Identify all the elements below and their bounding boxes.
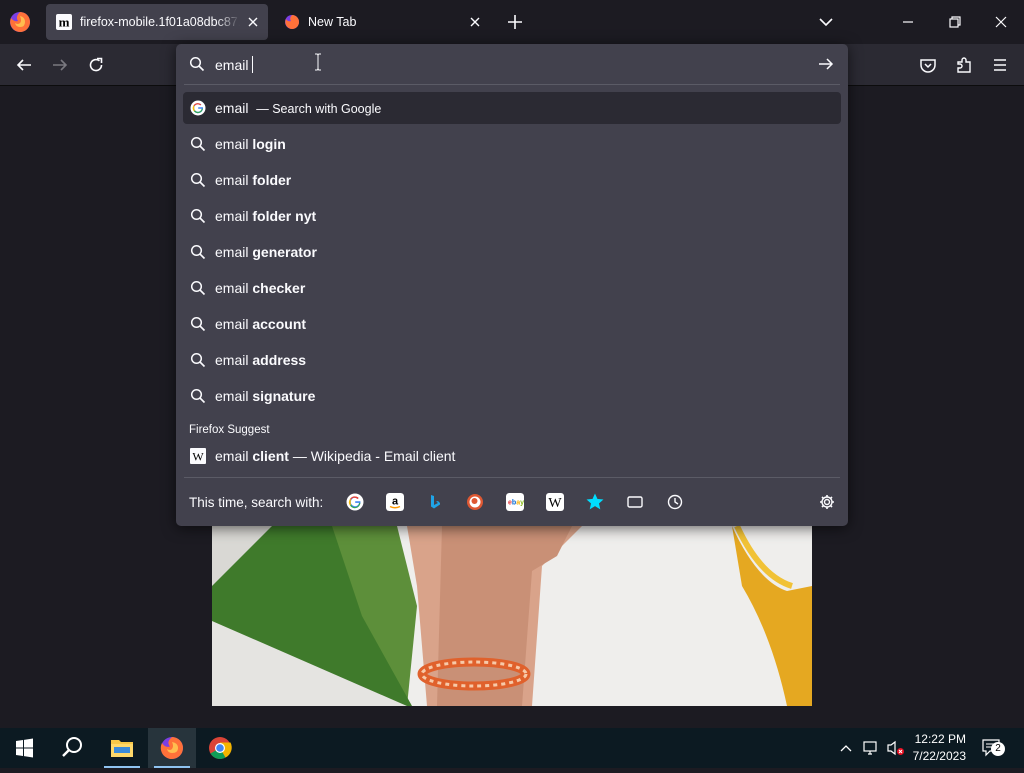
forward-arrow-icon[interactable]: [50, 55, 70, 75]
result-text: email folder: [215, 172, 292, 188]
svg-text:W: W: [548, 496, 562, 511]
tab-strip: m firefox-mobile.1f01a08dbc87.jp New Tab: [0, 0, 1024, 44]
tab-firefox-mobile-image[interactable]: m firefox-mobile.1f01a08dbc87.jp: [46, 4, 268, 40]
search-icon: [190, 172, 206, 188]
clock-time: 12:22 PM: [914, 732, 966, 746]
tab-title: New Tab: [308, 15, 357, 29]
history-clock-icon[interactable]: [666, 493, 684, 511]
svg-text:m: m: [59, 15, 70, 30]
duckduckgo-engine-icon[interactable]: [466, 493, 484, 511]
firefox-logo-icon[interactable]: [8, 10, 32, 34]
divider: [184, 84, 840, 85]
result-row-suggestion[interactable]: email folder nyt: [183, 200, 841, 232]
result-text: email signature: [215, 388, 316, 404]
result-row-suggestion[interactable]: email address: [183, 344, 841, 376]
chrome-taskbar-item[interactable]: [196, 728, 244, 768]
result-text: email client — Wikipedia - Email client: [215, 448, 456, 464]
address-bar-text[interactable]: email: [215, 56, 254, 73]
notification-count-badge: 2: [991, 742, 1005, 756]
pocket-icon[interactable]: [918, 55, 938, 75]
divider: [184, 477, 840, 478]
search-icon: [190, 136, 206, 152]
search-icon: [189, 56, 205, 72]
file-explorer-taskbar-item[interactable]: [98, 728, 146, 768]
result-text: email login: [215, 136, 286, 152]
medium-favicon-icon: m: [56, 14, 72, 30]
minimize-window-icon[interactable]: [898, 12, 918, 32]
search-settings-gear-icon[interactable]: [818, 493, 836, 511]
search-icon: [190, 280, 206, 296]
firefox-favicon-icon: [285, 15, 299, 29]
result-text: email address: [215, 352, 307, 368]
windows-start-icon[interactable]: [0, 728, 48, 768]
svg-text:ebay: ebay: [508, 500, 524, 507]
new-tab-plus-icon[interactable]: [505, 12, 525, 32]
back-arrow-icon[interactable]: [14, 55, 34, 75]
text-caret: [252, 56, 254, 73]
result-row-suggestion[interactable]: email account: [183, 308, 841, 340]
extensions-puzzle-icon[interactable]: [954, 55, 974, 75]
content-photo: [212, 526, 812, 706]
result-text: email folder nyt: [215, 208, 317, 224]
list-all-tabs-chevron-icon[interactable]: [816, 12, 836, 32]
volume-muted-icon[interactable]: [886, 739, 906, 757]
address-bar-dropdown: email email — Search with Google email l…: [176, 44, 848, 526]
close-tab-icon[interactable]: [246, 15, 260, 29]
result-row-search-with-google[interactable]: email — Search with Google: [183, 92, 841, 124]
result-row-suggestion[interactable]: email signature: [183, 380, 841, 412]
result-text: email checker: [215, 280, 306, 296]
wikipedia-icon: W: [190, 448, 206, 464]
result-row-suggestion[interactable]: email login: [183, 128, 841, 160]
show-hidden-icons-chevron-icon[interactable]: [838, 740, 854, 756]
bookmarks-star-icon[interactable]: [586, 493, 604, 511]
folder-icon: [111, 740, 133, 757]
tabs-icon[interactable]: [626, 493, 644, 511]
result-row-suggestion[interactable]: email generator: [183, 236, 841, 268]
svg-text:W: W: [192, 450, 204, 464]
search-icon: [190, 388, 206, 404]
network-icon[interactable]: [862, 739, 880, 757]
wikipedia-engine-icon[interactable]: W: [546, 493, 564, 511]
clock-date: 7/22/2023: [912, 749, 966, 763]
google-icon: [190, 100, 206, 116]
svg-text:a: a: [392, 496, 399, 508]
go-arrow-icon[interactable]: [817, 56, 835, 72]
action-center-button[interactable]: 2: [980, 736, 1008, 760]
search-icon: [190, 208, 206, 224]
windows-taskbar: 12:22 PM 7/22/2023 2: [0, 728, 1024, 768]
search-icon: [190, 244, 206, 260]
result-row-suggestion[interactable]: email folder: [183, 164, 841, 196]
system-clock[interactable]: 12:22 PM 7/22/2023: [913, 731, 966, 765]
search-icon: [190, 316, 206, 332]
tab-title: firefox-mobile.1f01a08dbc87.jp: [80, 15, 240, 29]
restore-window-icon[interactable]: [945, 12, 965, 32]
hamburger-menu-icon[interactable]: [990, 55, 1010, 75]
search-icon: [190, 352, 206, 368]
search-taskbar-icon[interactable]: [48, 728, 96, 768]
reload-icon[interactable]: [86, 55, 106, 75]
firefox-suggest-heading: Firefox Suggest: [189, 424, 270, 436]
result-row-wikipedia[interactable]: W email client — Wikipedia - Email clien…: [183, 440, 841, 472]
result-text: email account: [215, 316, 307, 332]
result-row-suggestion[interactable]: email checker: [183, 272, 841, 304]
result-text: email generator: [215, 244, 317, 260]
close-window-icon[interactable]: [991, 12, 1011, 32]
tab-new-tab[interactable]: New Tab: [274, 4, 490, 40]
amazon-engine-icon[interactable]: a: [386, 493, 404, 511]
one-off-search-label: This time, search with:: [189, 495, 324, 510]
google-engine-icon[interactable]: [346, 493, 364, 511]
hand-bracelet-photo-image: [212, 526, 812, 706]
firefox-taskbar-item[interactable]: [148, 728, 196, 768]
ebay-engine-icon[interactable]: ebay: [506, 493, 524, 511]
mouse-ibeam-cursor-icon: [315, 53, 321, 71]
close-tab-icon[interactable]: [468, 15, 482, 29]
result-text: email — Search with Google: [215, 100, 382, 116]
firefox-icon: [160, 737, 183, 760]
address-bar-input[interactable]: email: [176, 44, 848, 84]
chrome-icon: [209, 737, 232, 759]
bing-engine-icon[interactable]: [426, 493, 444, 511]
